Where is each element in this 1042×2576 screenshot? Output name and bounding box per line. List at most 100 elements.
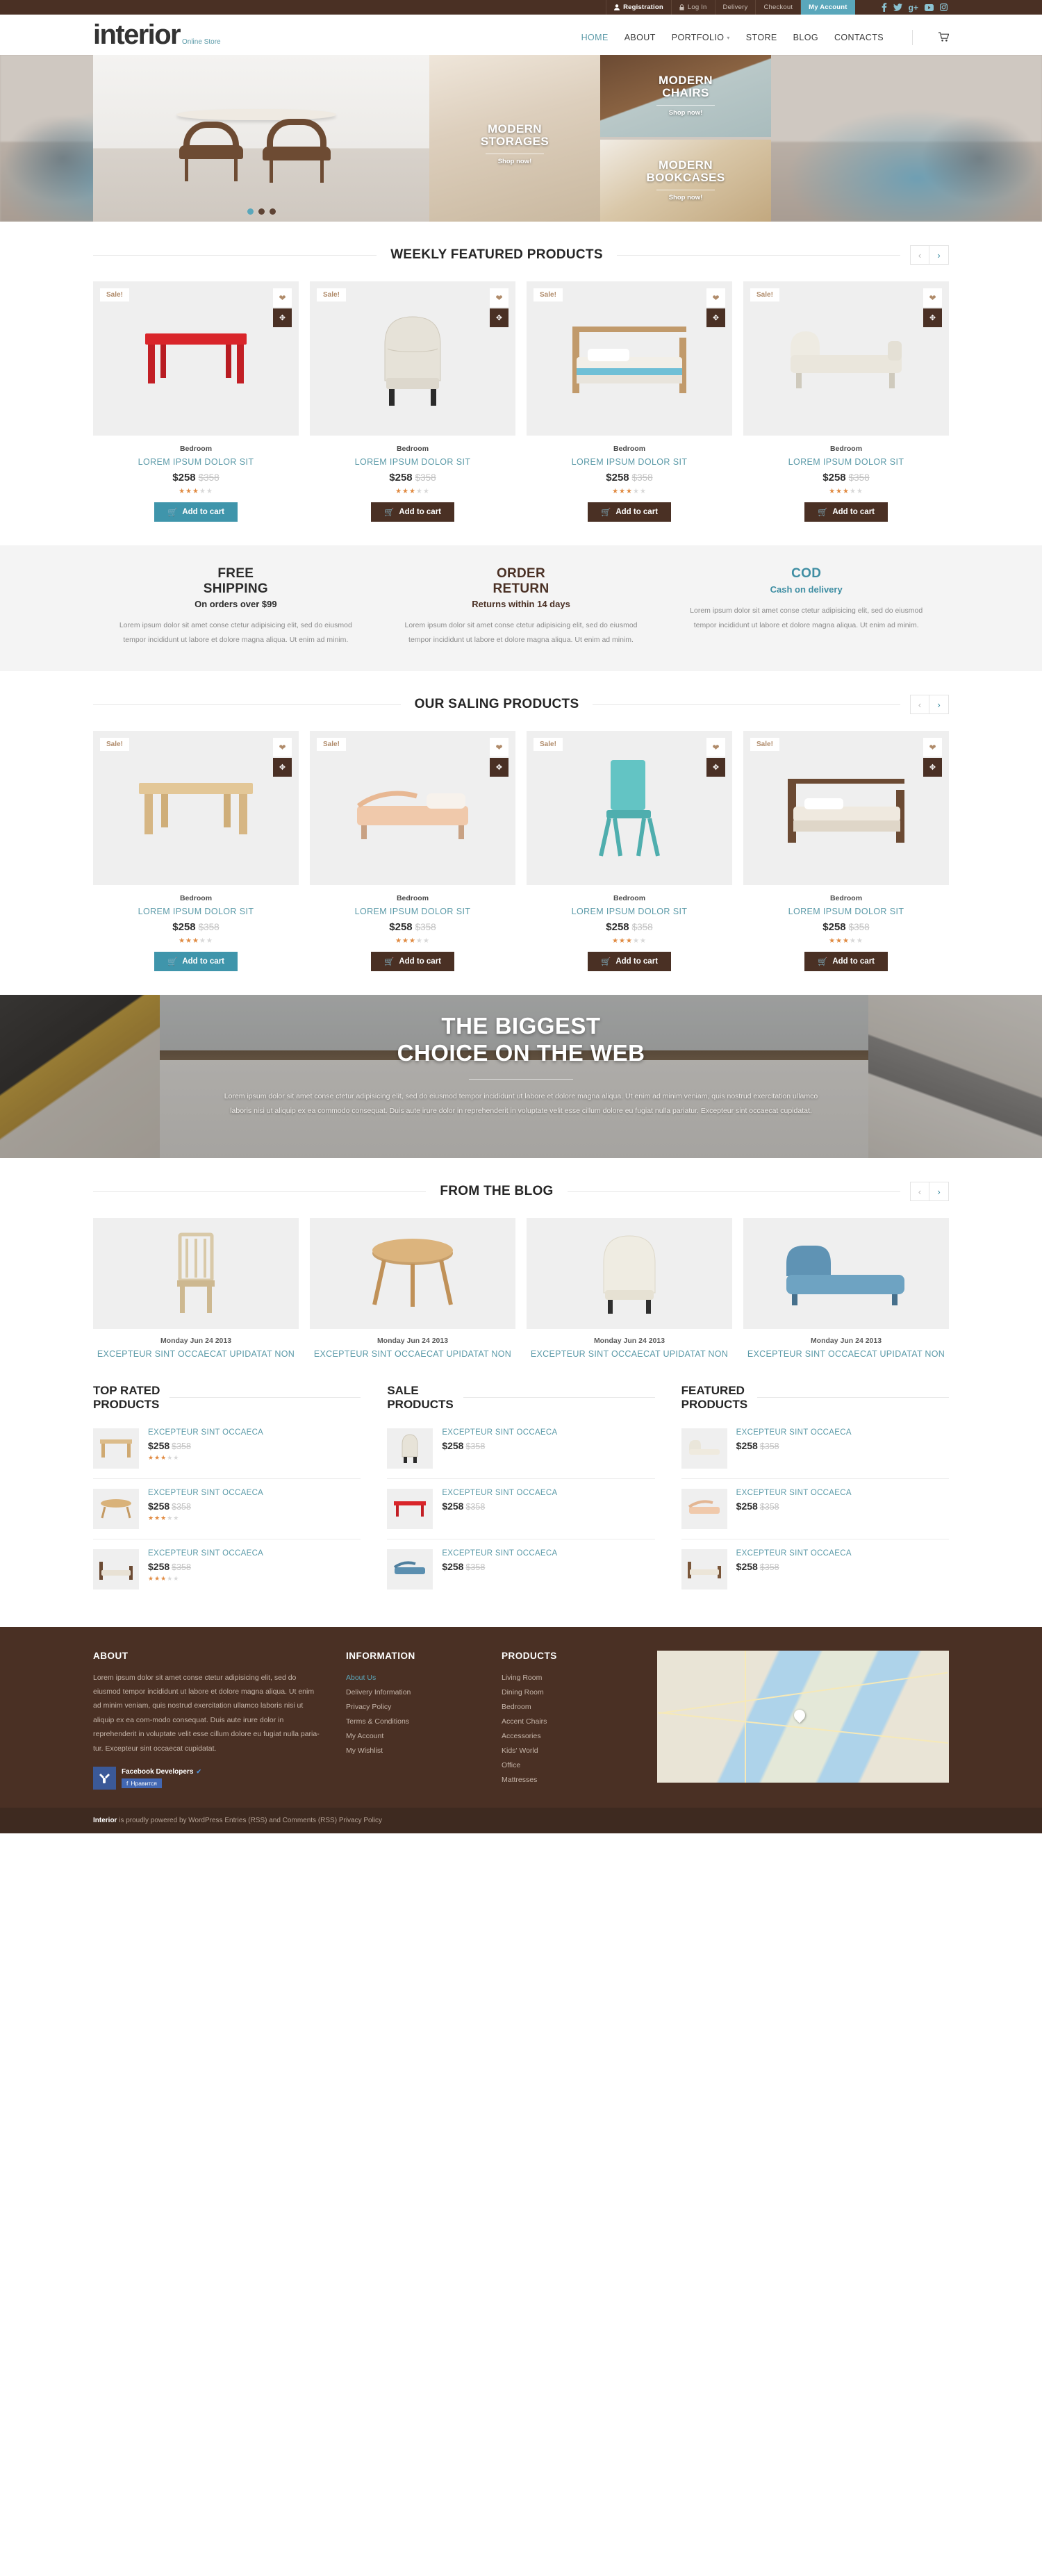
hero-slider[interactable] [93,55,429,222]
list-item[interactable]: EXCEPTEUR SINT OCCAECA $258 $358 [387,1419,655,1479]
nav-item-store[interactable]: STORE [746,33,777,42]
product-image[interactable]: Sale! ❤ ✥ [93,281,299,436]
site-logo[interactable]: interior Online Store [93,21,221,49]
blog-image[interactable] [310,1218,515,1330]
footer-link-bedroom[interactable]: Bedroom [502,1700,634,1715]
product-name[interactable]: EXCEPTEUR SINT OCCAECA [736,1428,852,1437]
product-image[interactable]: Sale! ❤ ✥ [743,731,949,886]
list-item[interactable]: EXCEPTEUR SINT OCCAECA $258 $358 [387,1539,654,1599]
hero-tile-cta[interactable]: Shop now! [429,158,600,165]
add-to-cart-button[interactable]: 🛒 Add to cart [154,502,238,522]
list-item[interactable]: EXCEPTEUR SINT OCCAECA $258 $358 [681,1479,949,1539]
blog-post[interactable]: Monday Jun 24 2013 EXCEPTEUR SINT OCCAEC… [527,1218,732,1360]
wishlist-icon[interactable]: ❤ [923,288,942,307]
product-name[interactable]: EXCEPTEUR SINT OCCAECA [148,1489,263,1497]
wishlist-icon[interactable]: ❤ [273,288,292,307]
add-to-cart-button[interactable]: 🛒 Add to cart [804,952,888,972]
product-card[interactable]: Sale! ❤ ✥ Bedroom LOREM IPSUM DOLOR SIT … [93,731,299,972]
product-name[interactable]: LOREM IPSUM DOLOR SIT [310,457,515,467]
product-name[interactable]: LOREM IPSUM DOLOR SIT [527,907,732,916]
wishlist-icon[interactable]: ❤ [490,738,508,757]
google-plus-icon[interactable]: g+ [909,3,918,12]
product-name[interactable]: EXCEPTEUR SINT OCCAECA [148,1428,263,1437]
hero-tile-storages[interactable]: MODERN STORAGES Shop now! [429,55,600,222]
blog-image[interactable] [527,1218,732,1330]
blog-title[interactable]: EXCEPTEUR SINT OCCAECAT UPIDATAT NON [310,1348,515,1360]
cart-icon[interactable] [938,32,949,43]
hero-tile-cta[interactable]: Shop now! [600,194,771,201]
quick-view-icon[interactable]: ✥ [706,758,725,777]
product-card[interactable]: Sale! ❤ ✥ Bedroom LOREM IPSUM DOLOR SIT … [527,731,732,972]
footer-link-delivery-information[interactable]: Delivery Information [346,1685,478,1700]
add-to-cart-button[interactable]: 🛒 Add to cart [587,952,672,972]
quick-view-icon[interactable]: ✥ [490,308,508,327]
wishlist-icon[interactable]: ❤ [490,288,508,307]
blog-post[interactable]: Monday Jun 24 2013 EXCEPTEUR SINT OCCAEC… [93,1218,299,1360]
add-to-cart-button[interactable]: 🛒 Add to cart [587,502,672,522]
footer-link-living-room[interactable]: Living Room [502,1671,634,1685]
carousel-prev-button[interactable]: ‹ [910,1182,929,1202]
wishlist-icon[interactable]: ❤ [706,738,725,757]
footer-link-kids-world[interactable]: Kids' World [502,1744,634,1758]
product-name[interactable]: LOREM IPSUM DOLOR SIT [743,907,949,916]
add-to-cart-button[interactable]: 🛒 Add to cart [370,502,455,522]
slider-dots[interactable] [93,208,429,215]
list-item[interactable]: EXCEPTEUR SINT OCCAECA $258 $358 ★★★★★ [93,1539,361,1599]
slider-dot-3[interactable] [269,208,276,215]
product-name[interactable]: LOREM IPSUM DOLOR SIT [527,457,732,467]
add-to-cart-button[interactable]: 🛒 Add to cart [804,502,888,522]
product-card[interactable]: Sale! ❤ ✥ Bedroom LOREM IPSUM DOLOR SIT … [93,281,299,522]
quick-view-icon[interactable]: ✥ [923,308,942,327]
topbar-link-login[interactable]: Log In [672,0,716,15]
footer-link-dining-room[interactable]: Dining Room [502,1685,634,1700]
quick-view-icon[interactable]: ✥ [273,308,292,327]
footer-link-about-us[interactable]: About Us [346,1671,478,1685]
footer-link-accessories[interactable]: Accessories [502,1729,634,1744]
product-name[interactable]: EXCEPTEUR SINT OCCAECA [442,1428,557,1437]
slider-dot-2[interactable] [258,208,265,215]
product-image[interactable]: Sale! ❤ ✥ [743,281,949,436]
list-item[interactable]: EXCEPTEUR SINT OCCAECA $258 $358 ★★★★★ [93,1419,361,1479]
blog-title[interactable]: EXCEPTEUR SINT OCCAECAT UPIDATAT NON [743,1348,949,1360]
topbar-link-registration[interactable]: Registration [606,0,672,15]
product-name[interactable]: EXCEPTEUR SINT OCCAECA [148,1549,263,1558]
wishlist-icon[interactable]: ❤ [923,738,942,757]
quick-view-icon[interactable]: ✥ [706,308,725,327]
footer-link-my-account[interactable]: My Account [346,1729,478,1744]
hero-tile-chairs[interactable]: MODERN CHAIRS Shop now! [600,55,771,137]
product-card[interactable]: Sale! ❤ ✥ Bedroom LOREM IPSUM DOLOR SIT … [310,281,515,522]
product-image[interactable]: Sale! ❤ ✥ [93,731,299,886]
hero-tile-bookcases[interactable]: MODERN BOOKCASES Shop now! [600,140,771,222]
product-image[interactable]: Sale! ❤ ✥ [310,731,515,886]
hero-tile-cta[interactable]: Shop now! [600,109,771,117]
wishlist-icon[interactable]: ❤ [706,288,725,307]
list-item[interactable]: EXCEPTEUR SINT OCCAECA $258 $358 [681,1419,949,1479]
slider-dot-1[interactable] [247,208,254,215]
add-to-cart-button[interactable]: 🛒 Add to cart [370,952,455,972]
footer-link-privacy-policy[interactable]: Privacy Policy [346,1700,478,1715]
list-item[interactable]: EXCEPTEUR SINT OCCAECA $258 $358 ★★★★★ [93,1479,361,1539]
blog-title[interactable]: EXCEPTEUR SINT OCCAECAT UPIDATAT NON [527,1348,732,1360]
blog-title[interactable]: EXCEPTEUR SINT OCCAECAT UPIDATAT NON [93,1348,299,1360]
carousel-next-button[interactable]: › [929,1182,949,1202]
list-item[interactable]: EXCEPTEUR SINT OCCAECA $258 $358 [387,1479,655,1539]
product-card[interactable]: Sale! ❤ ✥ Bedroom LOREM IPSUM DOLOR SIT … [527,281,732,522]
footer-link-mattresses[interactable]: Mattresses [502,1773,634,1787]
list-item[interactable]: EXCEPTEUR SINT OCCAECA $258 $358 [681,1539,949,1599]
twitter-icon[interactable] [893,3,902,11]
product-name[interactable]: LOREM IPSUM DOLOR SIT [743,457,949,467]
blog-post[interactable]: Monday Jun 24 2013 EXCEPTEUR SINT OCCAEC… [743,1218,949,1360]
wishlist-icon[interactable]: ❤ [273,738,292,757]
product-name[interactable]: EXCEPTEUR SINT OCCAECA [442,1489,557,1497]
product-name[interactable]: LOREM IPSUM DOLOR SIT [93,907,299,916]
youtube-icon[interactable] [925,3,934,11]
quick-view-icon[interactable]: ✥ [490,758,508,777]
instagram-icon[interactable] [940,3,948,11]
quick-view-icon[interactable]: ✥ [923,758,942,777]
product-name[interactable]: LOREM IPSUM DOLOR SIT [310,907,515,916]
product-name[interactable]: EXCEPTEUR SINT OCCAECA [442,1549,557,1558]
product-image[interactable]: Sale! ❤ ✥ [310,281,515,436]
product-card[interactable]: Sale! ❤ ✥ Bedroom LOREM IPSUM DOLOR SIT … [743,281,949,522]
topbar-link-checkout[interactable]: Checkout [756,0,802,15]
facebook-like-button[interactable]: f Нравится [122,1778,162,1788]
